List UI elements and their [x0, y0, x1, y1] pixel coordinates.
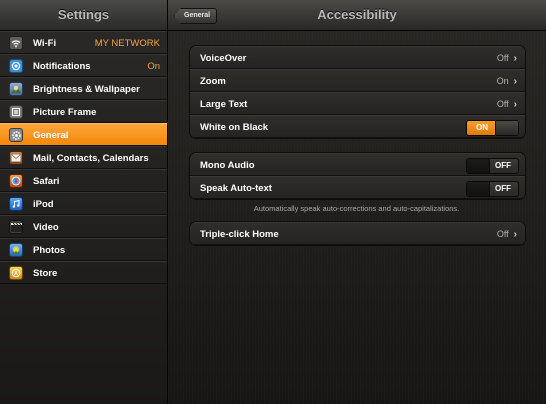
vision-settings-group: VoiceOver Off › Zoom On › Large Text Off › … — [189, 45, 526, 139]
accessibility-pane: General Accessibility VoiceOver Off › Zoo… — [168, 0, 546, 404]
speak-auto-text-row: Speak Auto-text OFF — [190, 176, 525, 199]
sidebar-item-label: iPod — [33, 199, 54, 210]
zoom-row[interactable]: Zoom On › — [190, 69, 525, 92]
toggle-knob — [467, 182, 490, 196]
mono-audio-toggle[interactable]: OFF — [466, 158, 519, 174]
sidebar-item-video[interactable]: Video — [0, 215, 167, 238]
sidebar-item-label: Picture Frame — [33, 107, 97, 118]
row-detail: On › — [497, 70, 517, 93]
sidebar-item-label: Notifications — [33, 61, 91, 72]
row-label: White on Black — [200, 122, 269, 133]
speak-auto-text-footnote: Automatically speak auto-corrections and… — [253, 204, 460, 213]
mono-audio-row: Mono Audio OFF — [190, 153, 525, 176]
sidebar-item-safari[interactable]: Safari — [0, 169, 167, 192]
page-title: Accessibility — [317, 7, 397, 22]
chevron-right-icon: › — [513, 53, 517, 64]
sidebar-item-label: Store — [33, 268, 58, 279]
sidebar-item-picture-frame[interactable]: Picture Frame — [0, 100, 167, 123]
voiceover-value: Off — [496, 53, 509, 63]
navigation-bar: General Accessibility — [168, 0, 546, 31]
chevron-right-icon: › — [513, 76, 517, 87]
sidebar-item-label: Wi-Fi — [33, 38, 57, 49]
ipod-icon — [9, 197, 23, 211]
audio-settings-group: Mono Audio OFF Speak Auto-text OFF — [189, 152, 526, 200]
sidebar-item-photos[interactable]: Photos — [0, 238, 167, 261]
sidebar-item-label: General — [33, 130, 69, 141]
gear-icon — [9, 128, 23, 142]
row-detail: Off › — [497, 47, 517, 70]
large-text-row[interactable]: Large Text Off › — [190, 92, 525, 115]
speak-auto-text-toggle[interactable]: OFF — [466, 181, 519, 197]
row-detail: Off › — [497, 93, 517, 116]
row-label: Zoom — [200, 76, 226, 87]
settings-sidebar: Settings Wi-Fi MY NETWORK Notifications … — [0, 0, 168, 404]
row-label: Speak Auto-text — [200, 183, 272, 194]
large-text-value: Off — [496, 99, 509, 109]
sidebar-item-mail-contacts-calendars[interactable]: Mail, Contacts, Calendars — [0, 146, 167, 169]
sidebar-item-general[interactable]: General — [0, 123, 167, 146]
voiceover-row[interactable]: VoiceOver Off › — [190, 46, 525, 69]
row-label: Large Text — [200, 99, 248, 110]
sidebar-title: Settings — [0, 0, 167, 31]
sidebar-item-label: Photos — [33, 245, 66, 256]
chevron-right-icon: › — [513, 99, 517, 110]
triple-click-home-row[interactable]: Triple-click Home Off › — [190, 222, 525, 245]
toggle-knob — [467, 159, 490, 173]
toggle-state: OFF — [495, 161, 511, 170]
brightness-icon — [9, 82, 23, 96]
triple-click-home-value: Off — [496, 229, 509, 239]
home-settings-group: Triple-click Home Off › — [189, 221, 526, 246]
white-on-black-toggle[interactable]: ON — [466, 120, 519, 136]
white-on-black-row: White on Black ON — [190, 115, 525, 138]
sidebar-item-label: Mail, Contacts, Calendars — [33, 153, 149, 164]
sidebar-item-label: Video — [33, 222, 59, 233]
sidebar-item-store[interactable]: A Store — [0, 261, 167, 284]
wifi-icon — [9, 36, 23, 50]
wifi-network-value: MY NETWORK — [94, 38, 160, 49]
zoom-value: On — [496, 76, 509, 86]
picture-frame-icon — [9, 105, 23, 119]
sidebar-item-notifications[interactable]: Notifications On — [0, 54, 167, 77]
mail-icon — [9, 151, 23, 165]
toggle-state: OFF — [495, 184, 511, 193]
video-icon — [9, 220, 23, 234]
toggle-state: ON — [476, 123, 488, 132]
sidebar-item-label: Brightness & Wallpaper — [33, 84, 140, 95]
notifications-value: On — [147, 61, 160, 72]
sidebar-item-brightness-wallpaper[interactable]: Brightness & Wallpaper — [0, 77, 167, 100]
row-label: VoiceOver — [200, 53, 247, 64]
row-detail: Off › — [496, 223, 517, 245]
sidebar-item-ipod[interactable]: iPod — [0, 192, 167, 215]
sidebar-item-label: Safari — [33, 176, 60, 187]
safari-icon — [9, 174, 23, 188]
notifications-icon — [9, 59, 23, 73]
store-icon: A — [9, 266, 23, 280]
row-label: Triple-click Home — [200, 229, 279, 240]
toggle-knob — [495, 121, 518, 135]
photos-icon — [9, 243, 23, 257]
row-label: Mono Audio — [200, 160, 255, 171]
chevron-right-icon: › — [513, 229, 517, 240]
sidebar-item-wifi[interactable]: Wi-Fi MY NETWORK — [0, 31, 167, 54]
svg-text:A: A — [14, 271, 19, 277]
